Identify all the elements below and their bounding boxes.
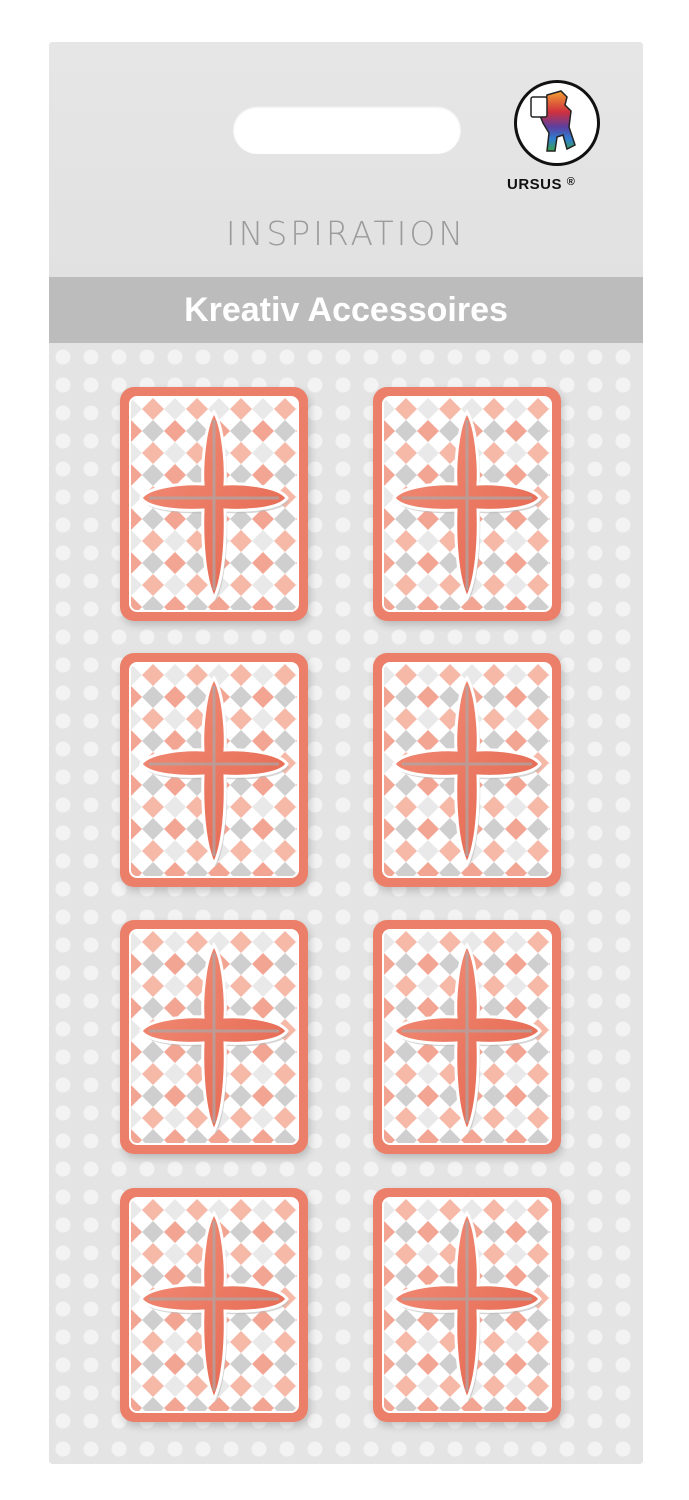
inspiration-heading: INSPIRATION: [225, 214, 467, 253]
cross-icon: [384, 1199, 550, 1411]
brand-logo: URSUS ®: [507, 80, 607, 210]
sticker-face: [129, 396, 299, 612]
sticker-face: [382, 662, 552, 878]
cross-icon: [384, 664, 550, 876]
sticker-face: [129, 929, 299, 1145]
cross-icon: [131, 664, 297, 876]
sticker-face: [129, 662, 299, 878]
cross-icon: [131, 1199, 297, 1411]
sticker-face: [382, 396, 552, 612]
sticker-tile: [373, 920, 561, 1154]
sticker-tile: [373, 387, 561, 621]
title-band: Kreativ Accessoires: [49, 277, 643, 343]
sticker-tile: [373, 1188, 561, 1422]
sticker-tile: [120, 387, 308, 621]
sticker-face: [129, 1197, 299, 1413]
sticker-face: [382, 1197, 552, 1413]
product-title: Kreativ Accessoires: [184, 291, 508, 329]
sticker-tile: [120, 653, 308, 887]
sticker-face: [382, 929, 552, 1145]
cross-icon: [131, 398, 297, 610]
cross-icon: [384, 398, 550, 610]
hang-hole: [233, 106, 461, 154]
sticker-tile: [120, 920, 308, 1154]
sticker-tile: [120, 1188, 308, 1422]
sticker-tile: [373, 653, 561, 887]
bear-logo-icon: [514, 80, 600, 166]
cross-icon: [131, 931, 297, 1143]
cross-icon: [384, 931, 550, 1143]
brand-name: URSUS ®: [507, 176, 576, 193]
